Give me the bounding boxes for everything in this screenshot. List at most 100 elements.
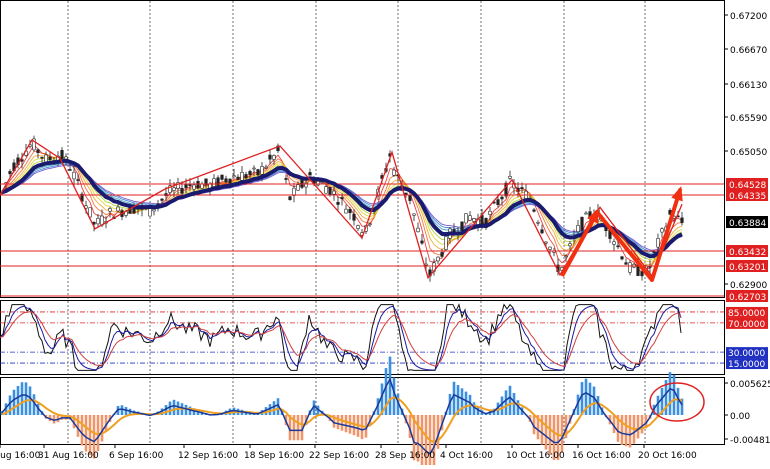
time-label: 12 Sep 16:00 <box>178 451 238 461</box>
candle-body <box>200 183 204 189</box>
time-label: 28 Sep 16:00 <box>375 451 435 461</box>
candle-body <box>76 179 80 181</box>
candle-body <box>620 256 624 260</box>
candle-body <box>568 243 572 247</box>
macd-bar <box>348 415 352 434</box>
candle-body <box>348 208 352 214</box>
candle-body <box>36 149 40 153</box>
macd-bar <box>628 415 632 448</box>
macd-bar <box>592 386 596 415</box>
candle-body <box>576 224 580 233</box>
candle-body <box>320 181 324 184</box>
candle-body <box>488 210 492 215</box>
candle-body <box>260 166 264 175</box>
candle-body <box>220 174 224 180</box>
macd-bar <box>168 401 172 415</box>
macd-bar <box>336 415 340 430</box>
candle-body <box>420 240 424 244</box>
macd-bar <box>100 415 104 442</box>
candle-body <box>240 172 244 181</box>
candle-body <box>228 178 232 184</box>
candle-body <box>628 262 632 273</box>
candle-body <box>564 255 568 258</box>
candle-body <box>212 178 216 187</box>
candle-body <box>108 208 112 212</box>
trading-terminal: 0.67200 0.66670 0.66130 0.65590 0.65050 0.645… <box>0 0 770 469</box>
candle-body <box>624 262 628 265</box>
candle-body <box>328 187 332 195</box>
candle-body <box>536 221 540 224</box>
macd-bar <box>676 387 680 415</box>
candle-body <box>292 187 296 196</box>
candle-body <box>68 169 72 171</box>
candle-body <box>580 216 584 231</box>
candle-body <box>656 238 660 248</box>
candle-body <box>368 223 372 226</box>
macd-bar <box>120 405 124 415</box>
macd-bar <box>88 415 92 456</box>
candle-body <box>548 246 552 250</box>
macd-bar <box>296 415 300 441</box>
price-label: 0.63201 <box>729 263 766 273</box>
candle-body <box>544 241 548 244</box>
candle-body <box>96 217 100 225</box>
candle-body <box>184 183 188 188</box>
candle-body <box>232 175 236 178</box>
macd-bar <box>272 401 276 415</box>
candle-body <box>352 213 356 221</box>
macd-bar <box>452 381 456 415</box>
macd-bar <box>80 415 84 446</box>
candle-body <box>316 181 320 186</box>
macd-bar <box>172 399 176 415</box>
macd-bar <box>24 382 28 415</box>
candle-body <box>344 208 348 214</box>
candle-body <box>508 175 512 179</box>
time-label: 4 Oct 16:00 <box>440 451 493 461</box>
price-label: 0.65590 <box>730 114 767 124</box>
macd-bar <box>344 415 348 433</box>
macd-bar <box>672 374 676 415</box>
candle-body <box>472 218 476 222</box>
candle-body <box>308 172 312 176</box>
macd-bar <box>16 385 20 415</box>
candle-body <box>284 178 288 180</box>
candle-body <box>612 241 616 245</box>
candle-body <box>444 236 448 250</box>
price-label: 0.62900 <box>730 281 767 291</box>
candle-body <box>72 171 76 180</box>
price-label: 0.63884 <box>729 219 766 229</box>
macd-bar <box>544 415 548 450</box>
macd-bar <box>460 388 464 415</box>
macd-label: -0.004818 <box>730 436 770 446</box>
price-label: 0.62703 <box>729 293 766 303</box>
candle-body <box>464 213 468 224</box>
candle-body <box>272 155 276 160</box>
price-chart-window[interactable]: 0.672000.666700.661300.655900.650500.645… <box>0 0 770 469</box>
price-label: 0.65050 <box>730 148 767 158</box>
time-label: 22 Sep 16:00 <box>309 451 369 461</box>
macd-bar <box>76 415 80 437</box>
macd-bar <box>580 382 584 415</box>
macd-bar <box>668 372 672 415</box>
candle-body <box>640 271 644 277</box>
candle-body <box>268 154 272 160</box>
candle-body <box>8 171 12 175</box>
candle-body <box>660 228 664 233</box>
macd-bar <box>588 382 592 415</box>
time-label: 18 Sep 16:00 <box>244 451 304 461</box>
price-label: 0.64335 <box>729 192 766 202</box>
candle-body <box>264 166 268 169</box>
candle-body <box>252 167 256 170</box>
candle-body <box>412 213 416 216</box>
macd-label: 0.005625 <box>730 380 770 390</box>
macd-bar <box>548 415 552 455</box>
candle-body <box>416 227 420 233</box>
candle-body <box>584 212 588 215</box>
candle-body <box>116 206 120 212</box>
macd-bar <box>20 382 24 415</box>
macd-bar <box>540 415 544 445</box>
candle-body <box>460 221 464 231</box>
candle-body <box>196 180 200 189</box>
price-label: 0.63432 <box>729 248 766 258</box>
candle-body <box>332 190 336 195</box>
